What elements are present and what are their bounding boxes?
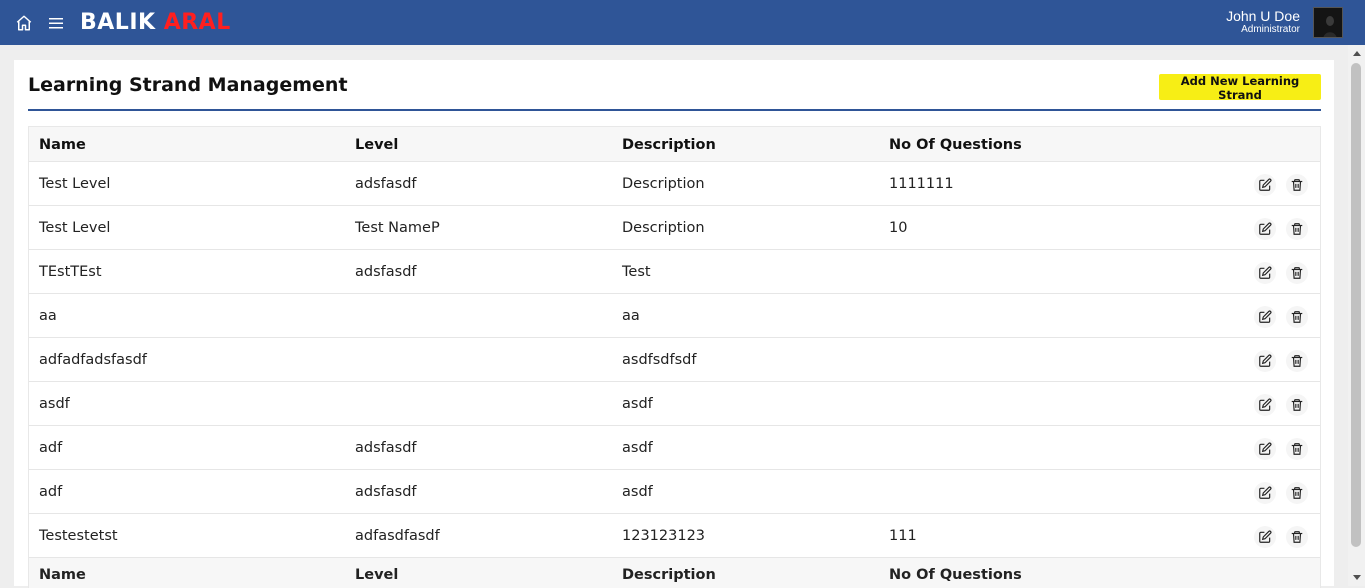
column-header-level[interactable]: Level	[355, 137, 398, 153]
scrollbar-thumb[interactable]	[1351, 63, 1361, 547]
edit-icon[interactable]	[1254, 218, 1276, 240]
cell-description: asdf	[622, 440, 653, 456]
trash-icon[interactable]	[1286, 526, 1308, 548]
cell-name: adfadfadsfasdf	[39, 352, 147, 368]
cell-description: asdfsdfsdf	[622, 352, 697, 368]
table-row: TEstTEst adsfasdf Test	[29, 250, 1320, 294]
footer-header-level: Level	[355, 567, 399, 583]
cell-description: asdf	[622, 484, 653, 500]
cell-no-of-questions: 10	[889, 220, 908, 236]
trash-icon[interactable]	[1286, 262, 1308, 284]
trash-icon[interactable]	[1286, 394, 1308, 416]
edit-icon[interactable]	[1254, 306, 1276, 328]
column-header-name[interactable]: Name	[39, 137, 86, 153]
table-body: Test Level adsfasdf Description 1111111 Test…	[29, 162, 1320, 558]
table-row: adfadfadsfasdf asdfsdfsdf	[29, 338, 1320, 382]
table-row: Test Level Test NameP Description 10	[29, 206, 1320, 250]
title-divider	[28, 109, 1321, 111]
edit-icon[interactable]	[1254, 350, 1276, 372]
top-navbar: BALIK ARAL John U Doe Administrator	[0, 0, 1365, 45]
footer-header-no-of-questions: No Of Questions	[889, 567, 1022, 583]
cell-description: aa	[622, 308, 640, 324]
cell-name: asdf	[39, 396, 70, 412]
cell-level: adsfasdf	[355, 264, 417, 280]
brand-part-2: ARAL	[163, 10, 231, 35]
cell-level: adsfasdf	[355, 484, 417, 500]
scroll-up-arrow-icon[interactable]	[1348, 45, 1365, 62]
trash-icon[interactable]	[1286, 218, 1308, 240]
edit-icon[interactable]	[1254, 174, 1276, 196]
edit-icon[interactable]	[1254, 394, 1276, 416]
cell-description: Description	[622, 176, 705, 192]
column-header-description[interactable]: Description	[622, 137, 716, 153]
page-scrollbar[interactable]	[1348, 45, 1365, 586]
table-row: aa aa	[29, 294, 1320, 338]
footer-header-name: Name	[39, 567, 86, 583]
table-footer-row: Name Level Description No Of Questions	[29, 558, 1320, 588]
cell-name: Testestetst	[39, 528, 118, 544]
home-icon[interactable]	[13, 12, 35, 34]
trash-icon[interactable]	[1286, 174, 1308, 196]
cell-description: Test	[622, 264, 651, 280]
learning-strand-table: Name Level Description No Of Questions T…	[28, 126, 1321, 588]
cell-no-of-questions: 111	[889, 528, 917, 544]
cell-level: adfasdfasdf	[355, 528, 440, 544]
cell-no-of-questions: 1111111	[889, 176, 954, 192]
cell-level: adsfasdf	[355, 176, 417, 192]
add-new-learning-strand-button[interactable]: Add New Learning Strand	[1159, 74, 1321, 102]
user-name: John U Doe	[1226, 8, 1300, 24]
table-row: Test Level adsfasdf Description 1111111	[29, 162, 1320, 206]
cell-name: Test Level	[39, 176, 111, 192]
trash-icon[interactable]	[1286, 306, 1308, 328]
cell-description: Description	[622, 220, 705, 236]
page-title: Learning Strand Management	[28, 74, 348, 96]
main-card: Learning Strand Management Add New Learn…	[14, 60, 1334, 588]
trash-icon[interactable]	[1286, 482, 1308, 504]
edit-icon[interactable]	[1254, 526, 1276, 548]
cell-name: adf	[39, 484, 63, 500]
footer-header-description: Description	[622, 567, 716, 583]
hamburger-menu-icon[interactable]	[45, 12, 67, 34]
cell-name: aa	[39, 308, 57, 324]
cell-level: adsfasdf	[355, 440, 417, 456]
column-header-no-of-questions[interactable]: No Of Questions	[889, 137, 1022, 153]
cell-description: asdf	[622, 396, 653, 412]
edit-icon[interactable]	[1254, 438, 1276, 460]
table-row: asdf asdf	[29, 382, 1320, 426]
cell-name: adf	[39, 440, 63, 456]
cell-name: Test Level	[39, 220, 111, 236]
table-row: Testestetst adfasdfasdf 123123123 111	[29, 514, 1320, 558]
avatar[interactable]	[1313, 7, 1343, 38]
cell-level: Test NameP	[355, 220, 440, 236]
table-row: adf adsfasdf asdf	[29, 470, 1320, 514]
user-info[interactable]: John U Doe Administrator	[1226, 9, 1300, 35]
scroll-down-arrow-icon[interactable]	[1348, 569, 1365, 586]
trash-icon[interactable]	[1286, 438, 1308, 460]
edit-icon[interactable]	[1254, 262, 1276, 284]
trash-icon[interactable]	[1286, 350, 1308, 372]
brand-logo[interactable]: BALIK ARAL	[80, 10, 231, 35]
edit-icon[interactable]	[1254, 482, 1276, 504]
user-role: Administrator	[1241, 24, 1300, 35]
table-header-row: Name Level Description No Of Questions	[29, 127, 1320, 162]
table-row: adf adsfasdf asdf	[29, 426, 1320, 470]
cell-name: TEstTEst	[39, 264, 102, 280]
brand-part-1: BALIK	[80, 10, 156, 35]
cell-description: 123123123	[622, 528, 706, 544]
